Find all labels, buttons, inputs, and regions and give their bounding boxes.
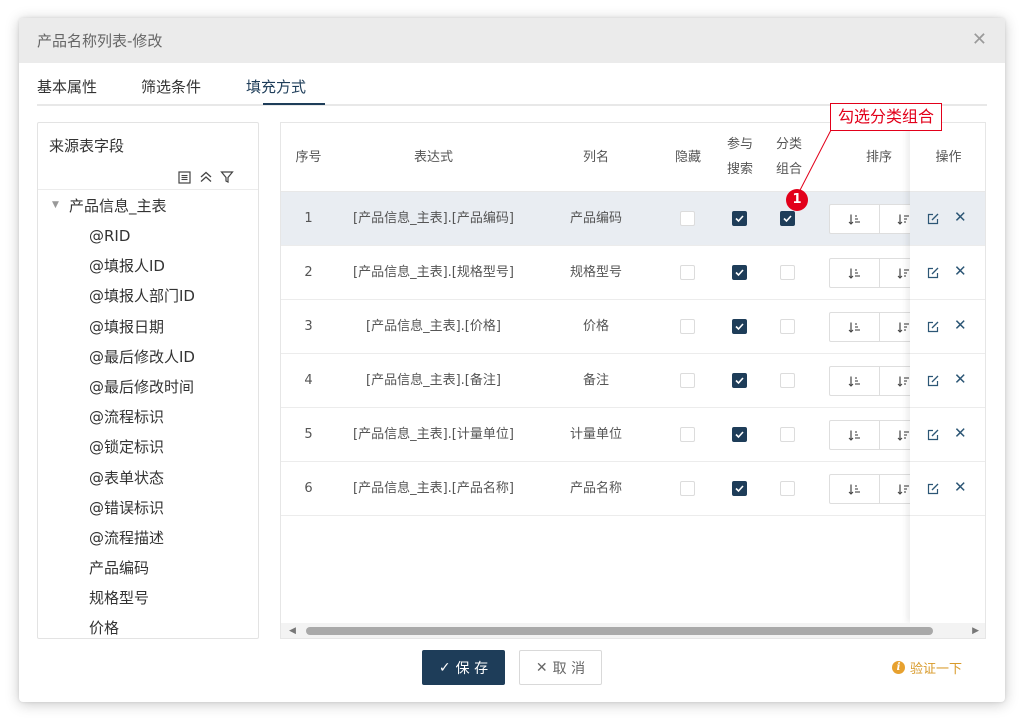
save-button[interactable]: ✓ 保 存 bbox=[422, 650, 505, 685]
info-icon: i bbox=[892, 660, 905, 674]
annotation-badge: 1 bbox=[786, 189, 808, 211]
verify-link-label: 验证一下 bbox=[910, 661, 963, 677]
dialog: 产品名称列表-修改 ✕ 基本属性 筛选条件 填充方式 来源表字段 ▼ 产品信息_… bbox=[19, 18, 1005, 702]
save-button-label: 保 存 bbox=[455, 660, 489, 677]
annotation-label: 勾选分类组合 bbox=[830, 103, 943, 131]
cancel-button[interactable]: ✕ 取 消 bbox=[519, 650, 602, 685]
cancel-button-label: 取 消 bbox=[552, 660, 586, 677]
close-icon: ✕ bbox=[535, 659, 548, 676]
check-icon: ✓ bbox=[438, 659, 451, 676]
verify-link[interactable]: i 验证一下 bbox=[892, 658, 963, 677]
